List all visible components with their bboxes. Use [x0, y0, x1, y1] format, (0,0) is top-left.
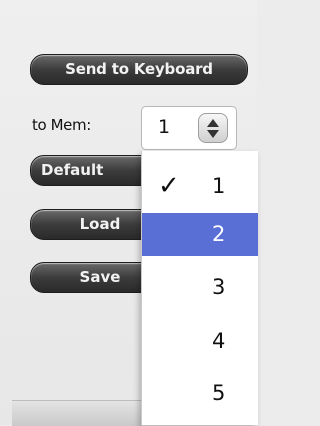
menu-item-5[interactable]: 5 [142, 372, 258, 415]
memory-value: 1 [158, 116, 171, 138]
menu-item-label: 2 [212, 222, 226, 246]
menu-item-4[interactable]: 4 [142, 320, 258, 363]
menu-item-label: 4 [212, 329, 226, 353]
bottom-bar [12, 400, 142, 426]
arrow-down-icon[interactable] [207, 130, 219, 138]
menu-item-label: 3 [212, 275, 226, 299]
memory-stepper[interactable]: 1 [141, 106, 237, 150]
to-mem-label: to Mem: [32, 116, 91, 134]
memory-dropdown-menu: ✓ 1 2 3 4 5 [141, 151, 258, 425]
up-down-arrows-icon[interactable] [198, 113, 228, 143]
menu-item-label: 1 [212, 174, 226, 198]
send-to-keyboard-button[interactable]: Send to Keyboard [30, 54, 248, 85]
control-panel: Send to Keyboard to Mem: 1 Default Load … [0, 0, 258, 426]
menu-item-2[interactable]: 2 [142, 213, 258, 256]
menu-item-label: 5 [212, 381, 226, 405]
menu-item-3[interactable]: 3 [142, 266, 258, 309]
arrow-up-icon[interactable] [207, 119, 219, 127]
checkmark-icon: ✓ [158, 171, 180, 201]
menu-item-1[interactable]: ✓ 1 [142, 165, 258, 208]
